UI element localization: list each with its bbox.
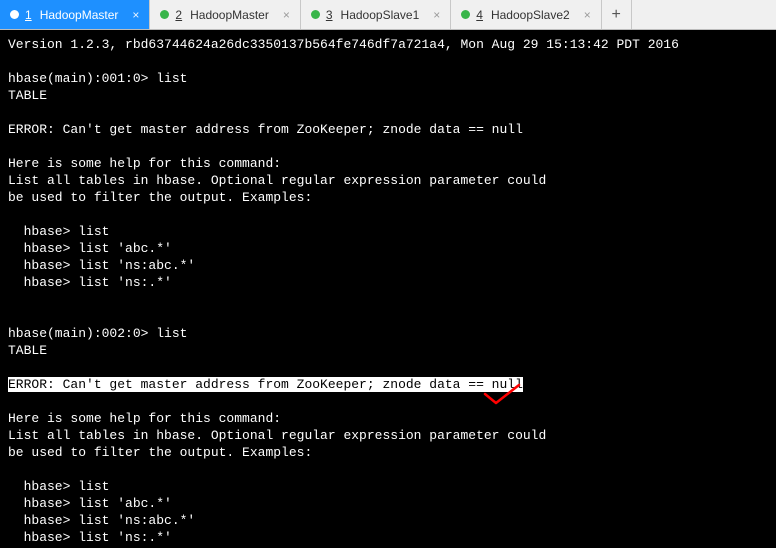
term-line: hbase> list 'ns:.*' — [8, 275, 172, 290]
tab-hadoopslave2[interactable]: 4 HadoopSlave2 × — [451, 0, 601, 29]
tab-label: HadoopSlave2 — [491, 8, 570, 22]
tab-hadoopslave1[interactable]: 3 HadoopSlave1 × — [301, 0, 451, 29]
status-dot-icon — [461, 10, 470, 19]
add-tab-button[interactable]: + — [602, 0, 632, 29]
term-line: hbase> list 'abc.*' — [8, 496, 172, 511]
term-line: hbase(main):002:0> list — [8, 326, 187, 341]
close-icon[interactable]: × — [132, 9, 139, 21]
term-line: hbase> list 'ns:abc.*' — [8, 513, 195, 528]
close-icon[interactable]: × — [433, 9, 440, 21]
term-line: hbase(main):001:0> list — [8, 71, 187, 86]
term-line: TABLE — [8, 343, 47, 358]
status-dot-icon — [160, 10, 169, 19]
term-line: TABLE — [8, 88, 47, 103]
term-line: be used to filter the output. Examples: — [8, 445, 312, 460]
status-dot-icon — [10, 10, 19, 19]
term-line: hbase> list — [8, 224, 109, 239]
tab-index: 4 — [476, 8, 483, 22]
tab-index: 3 — [326, 8, 333, 22]
terminal-viewport[interactable]: Version 1.2.3, rbd63744624a26dc3350137b5… — [0, 30, 776, 548]
tab-label: HadoopMaster — [190, 8, 269, 22]
term-line: Here is some help for this command: — [8, 411, 281, 426]
status-dot-icon — [311, 10, 320, 19]
tab-bar: 1 HadoopMaster × 2 HadoopMaster × 3 Hado… — [0, 0, 776, 30]
term-line: List all tables in hbase. Optional regul… — [8, 428, 546, 443]
term-line: be used to filter the output. Examples: — [8, 190, 312, 205]
terminal-window: 1 HadoopMaster × 2 HadoopMaster × 3 Hado… — [0, 0, 776, 548]
tab-index: 2 — [175, 8, 182, 22]
term-line: Version 1.2.3, rbd63744624a26dc3350137b5… — [8, 37, 679, 52]
close-icon[interactable]: × — [283, 9, 290, 21]
term-line-highlighted: ERROR: Can't get master address from Zoo… — [8, 377, 523, 392]
term-line: hbase> list 'abc.*' — [8, 241, 172, 256]
tab-hadoopmaster-2[interactable]: 2 HadoopMaster × — [150, 0, 300, 29]
term-line: Here is some help for this command: — [8, 156, 281, 171]
close-icon[interactable]: × — [584, 9, 591, 21]
term-line: ERROR: Can't get master address from Zoo… — [8, 122, 523, 137]
term-line: hbase> list 'ns:.*' — [8, 530, 172, 545]
tab-hadoopmaster-1[interactable]: 1 HadoopMaster × — [0, 0, 150, 29]
tab-index: 1 — [25, 8, 32, 22]
term-line: List all tables in hbase. Optional regul… — [8, 173, 546, 188]
tab-label: HadoopMaster — [40, 8, 119, 22]
term-line: hbase> list — [8, 479, 109, 494]
tab-label: HadoopSlave1 — [341, 8, 420, 22]
term-line: hbase> list 'ns:abc.*' — [8, 258, 195, 273]
